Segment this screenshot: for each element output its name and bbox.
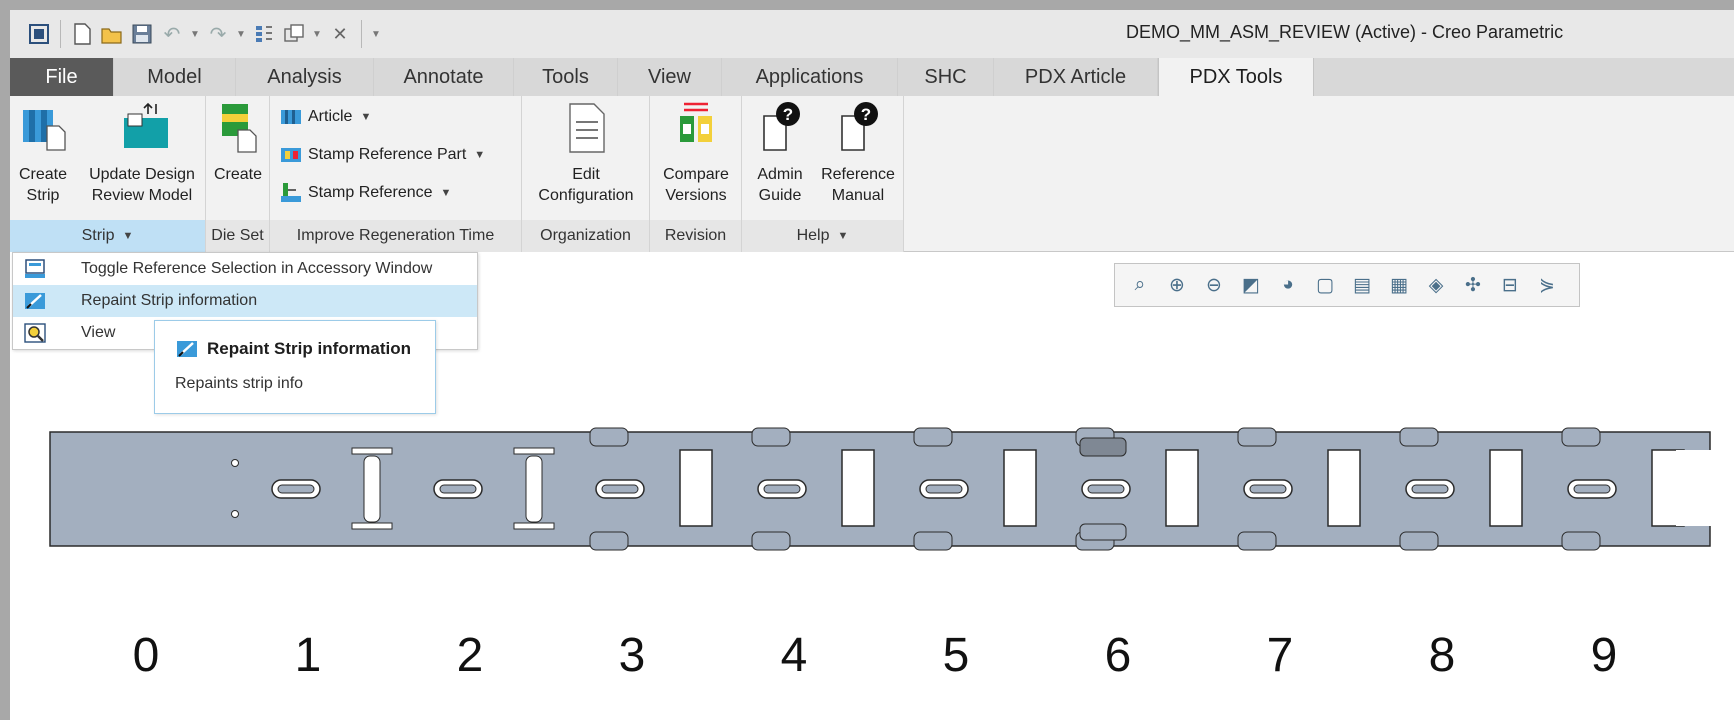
perspective-view-icon[interactable]: ◈ [1421, 270, 1451, 300]
carrier-tab [1237, 531, 1277, 551]
repaint-strip-icon [175, 339, 199, 359]
graphics-toolbar: ⌕ ⊕ ⊖ ◩ ◕ ▢ ▤ ▦ ◈ ✣ ⊟ ⋟ [1114, 263, 1580, 307]
display-style-icon[interactable]: ◕ [1273, 270, 1303, 300]
ibeam-cutout [351, 447, 393, 455]
slot-inner [1411, 484, 1449, 494]
window-cutout [679, 449, 713, 527]
station-number: 6 [1104, 629, 1132, 682]
zoom-out-icon[interactable]: ⊖ [1199, 270, 1229, 300]
window-cutout [841, 449, 875, 527]
slot-inner [925, 484, 963, 494]
station-number: 2 [456, 629, 484, 682]
carrier-tab [751, 531, 791, 551]
saved-orientations-icon[interactable]: ▢ [1310, 270, 1340, 300]
zoom-in-icon[interactable]: ⊕ [1162, 270, 1192, 300]
carrier-tab [913, 531, 953, 551]
menu-item-toggle-reference[interactable]: Toggle Reference Selection in Accessory … [13, 253, 477, 285]
window-cutout [1489, 449, 1523, 527]
pilot-hole [231, 459, 239, 467]
slot-inner [601, 484, 639, 494]
spin-center-icon[interactable]: ⋟ [1532, 270, 1562, 300]
slot-inner [1087, 484, 1125, 494]
repaint-icon[interactable]: ◩ [1236, 270, 1266, 300]
carrier-tab [1561, 531, 1601, 551]
station-number: 8 [1428, 629, 1456, 682]
slot-inner [763, 484, 801, 494]
carrier-tab [751, 427, 791, 447]
carrier-tab [913, 427, 953, 447]
toggle-reference-icon [23, 259, 47, 279]
menu-item-repaint-strip[interactable]: Repaint Strip information [13, 285, 477, 317]
ibeam-cutout [363, 455, 381, 523]
ibeam-cutout [525, 455, 543, 523]
refit-icon[interactable]: ⌕ [1125, 270, 1155, 300]
view-manager-icon[interactable]: ▤ [1347, 270, 1377, 300]
repaint-strip-icon [23, 291, 47, 311]
tooltip-title: Repaint Strip information [175, 339, 411, 359]
view-label: View [81, 324, 116, 341]
pilot-hole [231, 510, 239, 518]
slot-inner [277, 484, 315, 494]
slot-inner [1249, 484, 1287, 494]
ibeam-cutout [513, 447, 555, 455]
repaint-strip-label: Repaint Strip information [81, 292, 258, 309]
station-number: 0 [132, 629, 160, 682]
station-number: 4 [780, 629, 808, 682]
carrier-tab [1561, 427, 1601, 447]
carrier-tab [589, 427, 629, 447]
tooltip-description: Repaints strip info [175, 375, 304, 392]
view-snapshot-icon[interactable]: ▦ [1384, 270, 1414, 300]
view-magnifier-icon [23, 323, 47, 343]
carrier-tab [1399, 427, 1439, 447]
station-number: 3 [618, 629, 646, 682]
window-cutout [1327, 449, 1361, 527]
datum-display-icon[interactable]: ✣ [1458, 270, 1488, 300]
strip-end-cutout [1676, 450, 1712, 526]
slot-inner [439, 484, 477, 494]
tooltip-title-text: Repaint Strip information [207, 339, 411, 358]
annotation-display-icon[interactable]: ⊟ [1495, 270, 1525, 300]
station-number: 5 [942, 629, 970, 682]
formed-part [1079, 437, 1127, 457]
carrier-tab [1237, 427, 1277, 447]
station-number: 7 [1266, 629, 1294, 682]
carrier-tab [1399, 531, 1439, 551]
slot-inner [1573, 484, 1611, 494]
window-cutout [1003, 449, 1037, 527]
ibeam-cutout [513, 522, 555, 530]
carrier-tab [589, 531, 629, 551]
station-number: 9 [1590, 629, 1618, 682]
toggle-reference-label: Toggle Reference Selection in Accessory … [81, 260, 433, 277]
repaint-tooltip: Repaint Strip information Repaints strip… [154, 320, 436, 414]
formed-part [1079, 523, 1127, 541]
station-number: 1 [294, 629, 322, 682]
station-numbers: 0 1 2 3 4 5 6 7 8 9 [0, 628, 1734, 688]
window-cutout [1165, 449, 1199, 527]
ibeam-cutout [351, 522, 393, 530]
